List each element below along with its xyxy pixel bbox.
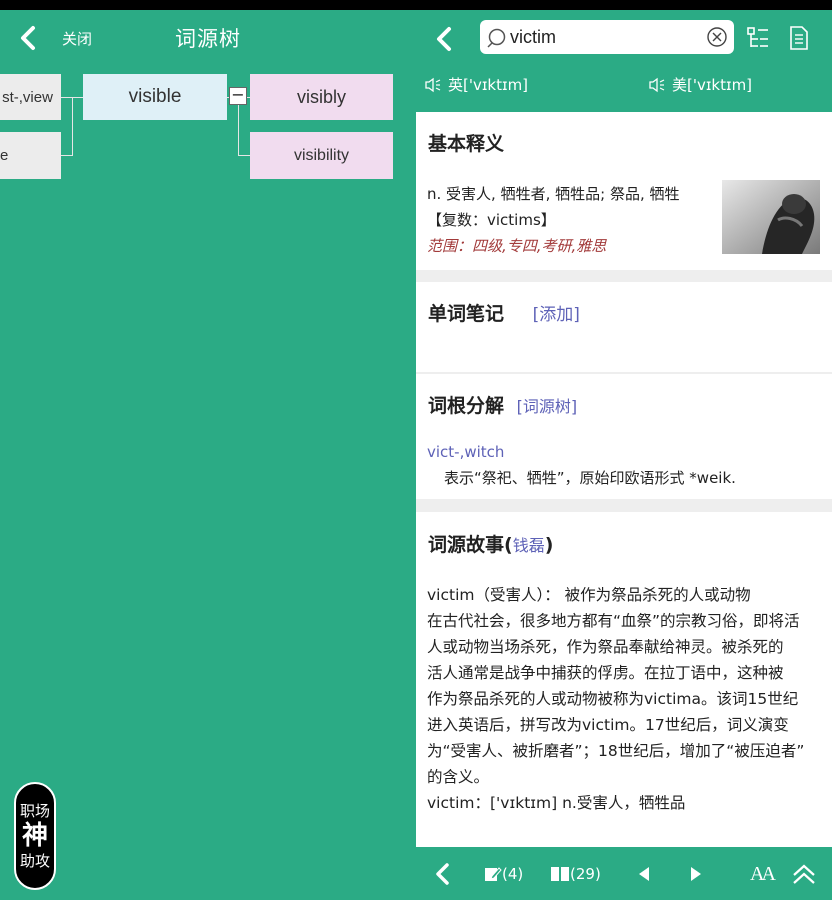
story-line: 为“受害人、被折磨者”；18世纪后，增加了“被压迫者” [427, 742, 805, 760]
story-line: 的含义。 [427, 768, 490, 786]
root-explanation: 表示“祭祀、牺牲”，原始印欧语形式 *weik. [444, 469, 736, 487]
book-icon [551, 867, 569, 881]
tree-node-label: visibly [296, 86, 346, 107]
wordbook-button[interactable]: (29) [550, 861, 601, 887]
tree-node-label: visible [128, 86, 182, 107]
word-notes-title-text: 单词笔记 [428, 303, 505, 325]
definition-text: n. 受害人, 牺牲者, 牺牲品; 祭品, 牺牲 [427, 185, 680, 203]
dictionary-header: 英['vɪktɪm] 美['vɪktɪm] [416, 10, 832, 112]
etymology-tree-link[interactable]: [词源树] [517, 397, 578, 416]
search-input[interactable] [510, 26, 700, 48]
previous-icon[interactable] [636, 861, 652, 887]
tree-connector [72, 97, 73, 155]
story-line: victim：['vɪktɪm] n.受害人，牺牲品 [427, 794, 686, 812]
scroll-top-icon[interactable] [790, 861, 818, 887]
clear-icon[interactable] [706, 26, 728, 48]
status-bar [0, 0, 416, 10]
pron-uk[interactable]: 英['vɪktɪm] [424, 74, 528, 95]
story-line: 作为祭品杀死的人或动物被称为victima。该词15世纪 [427, 690, 799, 708]
pron-uk-text: 英['vɪktɪm] [448, 76, 529, 94]
bottom-toolbar: (4) (29) AA [416, 847, 832, 900]
author-paren-open: ( [504, 534, 513, 556]
author-paren-close: ) [544, 534, 554, 556]
etymology-story-title-text: 词源故事 [428, 534, 505, 556]
wordbook-count: (29) [570, 865, 601, 883]
notes-button[interactable]: (4) [484, 861, 523, 887]
add-note-link[interactable]: [添加] [533, 305, 580, 325]
font-size-label: AA [750, 862, 776, 885]
word-illustration[interactable] [722, 180, 820, 254]
search-icon [487, 28, 506, 48]
speaker-icon [425, 77, 441, 92]
pron-us[interactable]: 美['vɪktɪm] [648, 74, 752, 95]
search-box[interactable] [480, 20, 734, 54]
plural-text: 【复数：victims】 [427, 211, 556, 229]
badge-text-top: 职场 [19, 802, 50, 820]
edit-icon [485, 867, 502, 881]
tree-node-label: st-,view [2, 88, 53, 106]
notes-count: (4) [502, 865, 524, 883]
back-arrow-icon[interactable] [430, 861, 456, 887]
word-notes-title: 单词笔记 [添加] [428, 299, 580, 326]
story-line: 进入英语后，拼写改为victim。17世纪后，词义演变 [427, 716, 789, 734]
etymology-story-text: victim（受害人）： 被作为祭品杀死的人或动物 在古代社会，很多地方都有“血… [427, 582, 831, 816]
next-icon[interactable] [688, 861, 704, 887]
basic-meaning-title: 基本释义 [428, 133, 505, 155]
story-line: 人或动物当场杀死，作为祭品奉献给神灵。被杀死的 [427, 638, 784, 656]
tree-connector [238, 97, 239, 155]
collapse-button[interactable]: − [229, 87, 247, 105]
status-bar [416, 0, 832, 10]
back-arrow-icon[interactable] [14, 23, 44, 53]
tree-node-label: e [0, 147, 9, 164]
author-link[interactable]: 钱磊 [513, 536, 545, 555]
font-size-button[interactable]: AA [750, 861, 776, 887]
tree-node-root-1[interactable]: st-,view [0, 74, 61, 120]
promo-badge[interactable]: 职场 神 助攻 [14, 782, 56, 890]
tree-node-derived-1[interactable]: visibly [250, 74, 393, 120]
back-arrow-icon[interactable] [430, 24, 460, 54]
badge-text-middle: 神 [21, 821, 48, 851]
close-button[interactable]: 关闭 [62, 28, 92, 49]
badge-text-bottom: 助攻 [19, 852, 50, 870]
document-icon[interactable] [788, 25, 810, 51]
story-line: 活人通常是战争中捕获的俘虏。在拉丁语中，这种被 [427, 664, 784, 682]
dictionary-panel: 英['vɪktɪm] 美['vɪktɪm] 基本释义 n. 受害人, 牺牲者, … [416, 0, 832, 900]
tree-node-root-2[interactable]: e [0, 132, 61, 179]
root-analysis-title: 词根分解 [词源树] [428, 391, 577, 418]
tree-connector [60, 155, 73, 156]
word-notes-card [416, 282, 832, 372]
tree-node-derived-2[interactable]: visibility [250, 132, 393, 179]
tree-title: 词源树 [175, 27, 241, 51]
scope-text: 范围：四级,专四,考研,雅思 [427, 237, 607, 255]
tree-node-label: visibility [293, 146, 350, 164]
story-line: 在古代社会，很多地方都有“血祭”的宗教习俗，即将活 [427, 612, 800, 630]
word-tree-icon[interactable] [746, 26, 770, 50]
tree-node-current[interactable]: visible [83, 74, 227, 120]
root-analysis-title-text: 词根分解 [428, 395, 505, 417]
etymology-tree-panel: 关闭 词源树 st-,view e visible − visibly visi… [0, 0, 416, 900]
speaker-icon [649, 77, 665, 92]
pron-us-text: 美['vɪktɪm] [672, 76, 753, 94]
tree-header: 关闭 词源树 [0, 10, 416, 65]
root-link[interactable]: vict-,witch [427, 443, 504, 461]
story-line: victim（受害人）： 被作为祭品杀死的人或动物 [427, 586, 751, 604]
etymology-story-title: 词源故事(钱磊) [428, 530, 553, 557]
tree-connector [238, 155, 250, 156]
